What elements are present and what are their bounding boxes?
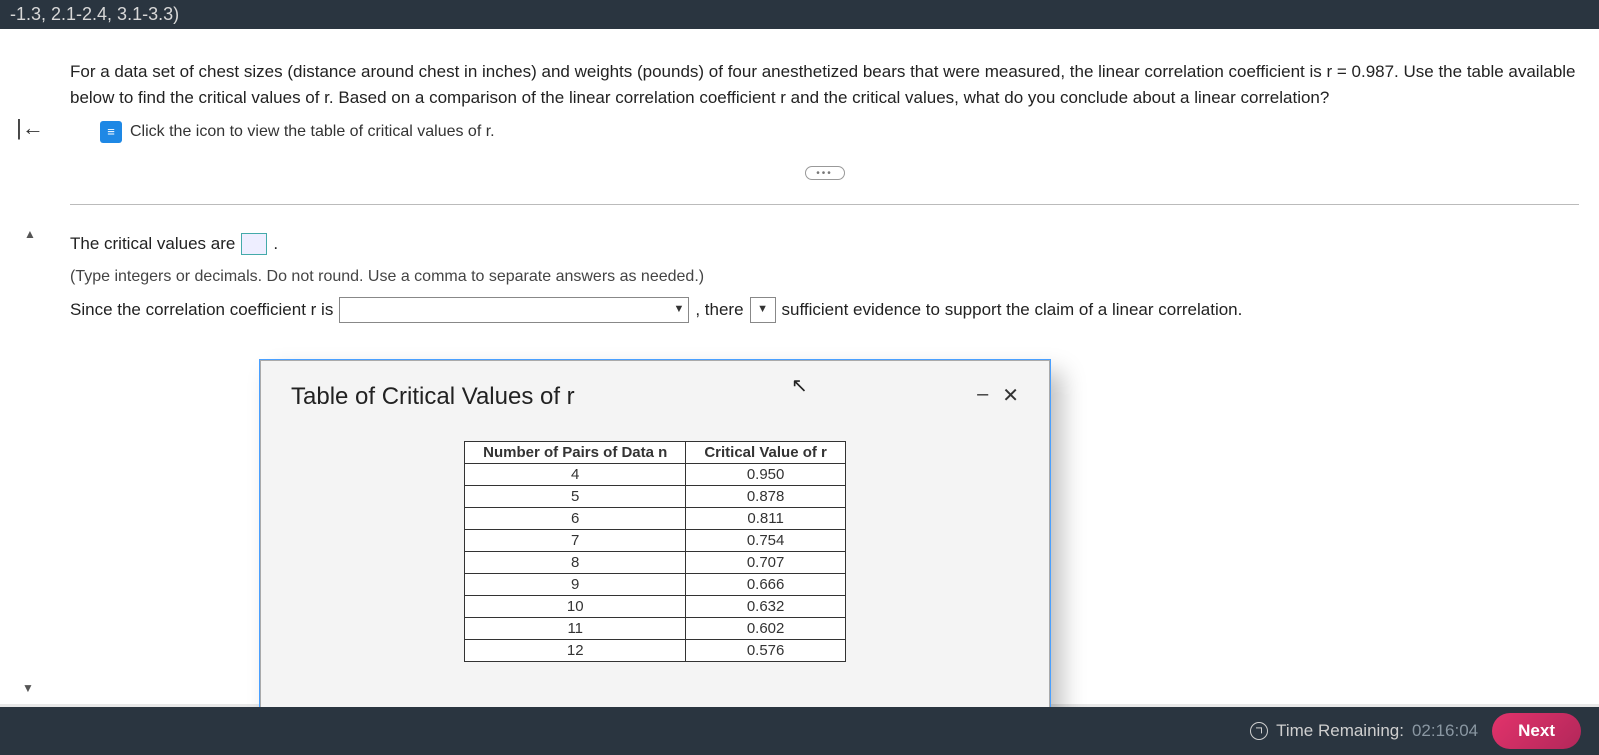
collapse-handle-icon[interactable]: ••• <box>805 166 845 180</box>
cell-n: 7 <box>465 530 686 552</box>
since-label: Since the correlation coefficient r is <box>70 297 333 323</box>
r-comparison-select[interactable]: ▼ <box>339 297 689 323</box>
cell-n: 12 <box>465 640 686 662</box>
conclusion-label: sufficient evidence to support the claim… <box>782 297 1243 323</box>
expand-table-link[interactable]: Click the icon to view the table of crit… <box>130 120 495 144</box>
cell-cv: 0.754 <box>686 530 846 552</box>
scroll-up-icon[interactable]: ▲ <box>24 227 36 241</box>
table-row: 120.576 <box>465 640 846 662</box>
back-icon[interactable]: |← <box>10 109 50 147</box>
cell-cv: 0.707 <box>686 552 846 574</box>
time-remaining-value: 02:16:04 <box>1412 721 1478 741</box>
cell-cv: 0.666 <box>686 574 846 596</box>
scroll-down-icon[interactable]: ▼ <box>22 681 34 695</box>
chevron-down-icon: ▼ <box>757 301 768 318</box>
cell-n: 4 <box>465 464 686 486</box>
cell-n: 9 <box>465 574 686 596</box>
cell-cv: 0.632 <box>686 596 846 618</box>
dialog-title: Table of Critical Values of r <box>291 383 575 411</box>
dialog-minimize-icon[interactable]: – <box>977 383 988 408</box>
critical-values-dialog: ↖ Table of Critical Values of r – ✕ Numb… <box>260 360 1050 720</box>
cell-n: 5 <box>465 486 686 508</box>
sufficient-select[interactable]: ▼ <box>750 297 776 323</box>
table-row: 50.878 <box>465 486 846 508</box>
assignment-crumb: -1.3, 2.1-2.4, 3.1-3.3) <box>0 0 1599 29</box>
time-remaining-label: Time Remaining: <box>1276 721 1404 741</box>
cell-n: 6 <box>465 508 686 530</box>
question-text: For a data set of chest sizes (distance … <box>70 59 1579 110</box>
cursor-icon: ↖ <box>791 373 808 398</box>
table-row: 40.950 <box>465 464 846 486</box>
cell-n: 8 <box>465 552 686 574</box>
cell-cv: 0.576 <box>686 640 846 662</box>
table-row: 110.602 <box>465 618 846 640</box>
cell-n: 11 <box>465 618 686 640</box>
table-header-n: Number of Pairs of Data n <box>465 442 686 464</box>
dialog-close-icon[interactable]: ✕ <box>1002 383 1019 408</box>
critical-values-input[interactable] <box>241 233 267 255</box>
table-row: 60.811 <box>465 508 846 530</box>
table-row: 70.754 <box>465 530 846 552</box>
critical-values-label: The critical values are <box>70 231 235 257</box>
table-row: 90.666 <box>465 574 846 596</box>
critical-values-table: Number of Pairs of Data n Critical Value… <box>464 441 846 662</box>
footer-bar: Time Remaining: 02:16:04 Next <box>0 707 1599 755</box>
cell-cv: 0.602 <box>686 618 846 640</box>
period-text: . <box>273 231 278 257</box>
cell-cv: 0.950 <box>686 464 846 486</box>
clock-icon <box>1250 722 1268 740</box>
chevron-down-icon: ▼ <box>673 301 684 318</box>
there-label: , there <box>695 297 743 323</box>
cell-n: 10 <box>465 596 686 618</box>
table-popup-icon[interactable]: ≡ <box>100 121 122 143</box>
section-divider <box>70 204 1579 205</box>
table-row: 80.707 <box>465 552 846 574</box>
table-header-cv: Critical Value of r <box>686 442 846 464</box>
table-row: 100.632 <box>465 596 846 618</box>
next-button[interactable]: Next <box>1492 713 1581 749</box>
cell-cv: 0.878 <box>686 486 846 508</box>
cell-cv: 0.811 <box>686 508 846 530</box>
input-hint: (Type integers or decimals. Do not round… <box>70 265 704 289</box>
